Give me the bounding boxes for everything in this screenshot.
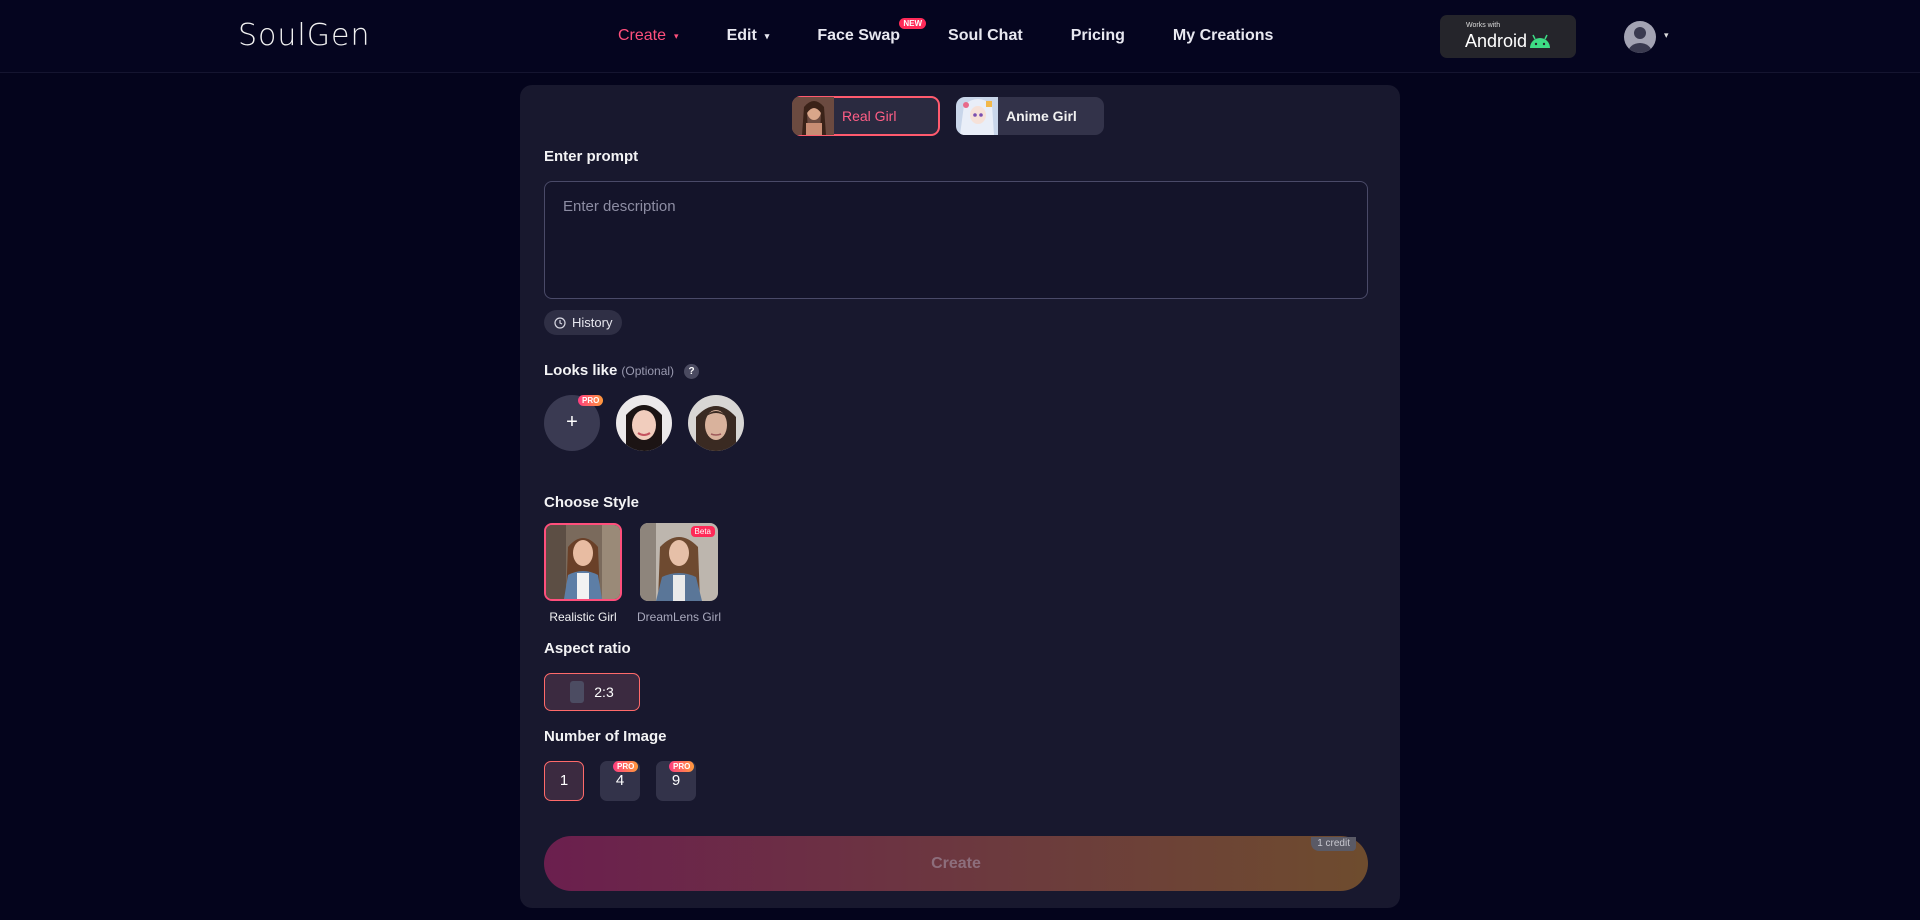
soulgen-logo[interactable]: SoulGen [238, 18, 370, 53]
nav-soul-chat[interactable]: Soul Chat [948, 27, 1023, 45]
choose-style-heading: Choose Style [544, 494, 640, 511]
tab-anime-girl-label: Anime Girl [1006, 108, 1077, 124]
beta-badge: Beta [690, 526, 715, 537]
works-with-label: Works with [1466, 22, 1501, 29]
looks-like-label: Looks like [544, 362, 618, 379]
face-photo-1 [616, 395, 672, 451]
android-app-button[interactable]: Works with Android [1440, 15, 1576, 58]
history-button[interactable]: History [544, 310, 623, 335]
aspect-ratio-2-3-button[interactable]: 2:3 [544, 673, 640, 711]
create-button-label: Create [931, 855, 981, 872]
face-option-2[interactable] [688, 395, 744, 451]
tab-real-girl[interactable]: Real Girl [792, 96, 940, 136]
style-realistic-girl[interactable] [544, 523, 622, 601]
aspect-ratio-heading: Aspect ratio [544, 640, 631, 657]
android-label: Android [1465, 31, 1528, 51]
real-girl-thumbnail [792, 97, 834, 135]
nav-edit[interactable]: Edit ▾ [727, 27, 770, 45]
top-navigation-bar: SoulGen Create ▾ Edit ▾ Face Swap NEW So… [0, 0, 1920, 73]
style-dreamlens-girl-label: DreamLens Girl [636, 610, 722, 624]
pro-badge: PRO [669, 761, 695, 772]
android-robot-icon [1530, 34, 1550, 48]
credit-cost-badge: 1 credit [1311, 837, 1356, 851]
nav-pricing-label: Pricing [1070, 27, 1125, 44]
face-option-1[interactable] [616, 395, 672, 451]
pro-badge: PRO [578, 395, 604, 406]
tab-real-girl-label: Real Girl [842, 108, 897, 124]
image-count-9-label: 9 [671, 772, 681, 789]
nav-face-swap-label: Face Swap [817, 27, 901, 44]
optional-label: (Optional) [621, 364, 675, 378]
nav-my-creations[interactable]: My Creations [1173, 27, 1273, 45]
anime-girl-thumbnail [956, 97, 998, 135]
face-photo-2 [688, 395, 744, 451]
nav-create[interactable]: Create ▾ [618, 27, 679, 45]
portrait-ratio-icon [570, 681, 585, 703]
plus-icon: + [566, 411, 578, 433]
generator-panel: Real Girl Anime Girl Enter prompt Histor… [520, 85, 1400, 908]
tab-anime-girl[interactable]: Anime Girl [956, 97, 1104, 135]
image-count-1-button[interactable]: 1 [544, 761, 584, 801]
chevron-down-icon[interactable]: ▾ [1664, 30, 1669, 41]
chevron-down-icon: ▾ [674, 30, 679, 41]
number-of-image-heading: Number of Image [544, 728, 667, 745]
style-dreamlens-girl[interactable]: Beta [640, 523, 718, 601]
pro-badge: PRO [613, 761, 639, 772]
history-label: History [572, 315, 613, 330]
user-avatar[interactable] [1624, 21, 1656, 53]
aspect-ratio-label: 2:3 [594, 684, 614, 700]
image-count-4-label: 4 [615, 772, 625, 789]
nav-create-label: Create [618, 27, 667, 44]
looks-like-heading: Looks like (Optional)? [544, 362, 700, 379]
prompt-heading: Enter prompt [544, 148, 639, 165]
nav-soul-chat-label: Soul Chat [948, 27, 1023, 44]
realistic-girl-thumbnail [546, 525, 620, 599]
new-badge: NEW [899, 18, 927, 29]
clock-icon [554, 316, 566, 329]
prompt-input[interactable] [544, 181, 1368, 299]
help-icon[interactable]: ? [684, 363, 700, 379]
nav-my-creations-label: My Creations [1172, 27, 1274, 44]
nav-pricing[interactable]: Pricing [1071, 27, 1125, 45]
style-realistic-girl-label: Realistic Girl [549, 610, 617, 624]
main-nav: Create ▾ Edit ▾ Face Swap NEW Soul Chat … [618, 0, 1321, 72]
chevron-down-icon: ▾ [764, 30, 770, 41]
user-icon [1628, 27, 1652, 53]
nav-edit-label: Edit [726, 27, 757, 44]
nav-face-swap[interactable]: Face Swap NEW [817, 18, 927, 45]
create-button[interactable]: Create 1 credit [544, 836, 1368, 891]
